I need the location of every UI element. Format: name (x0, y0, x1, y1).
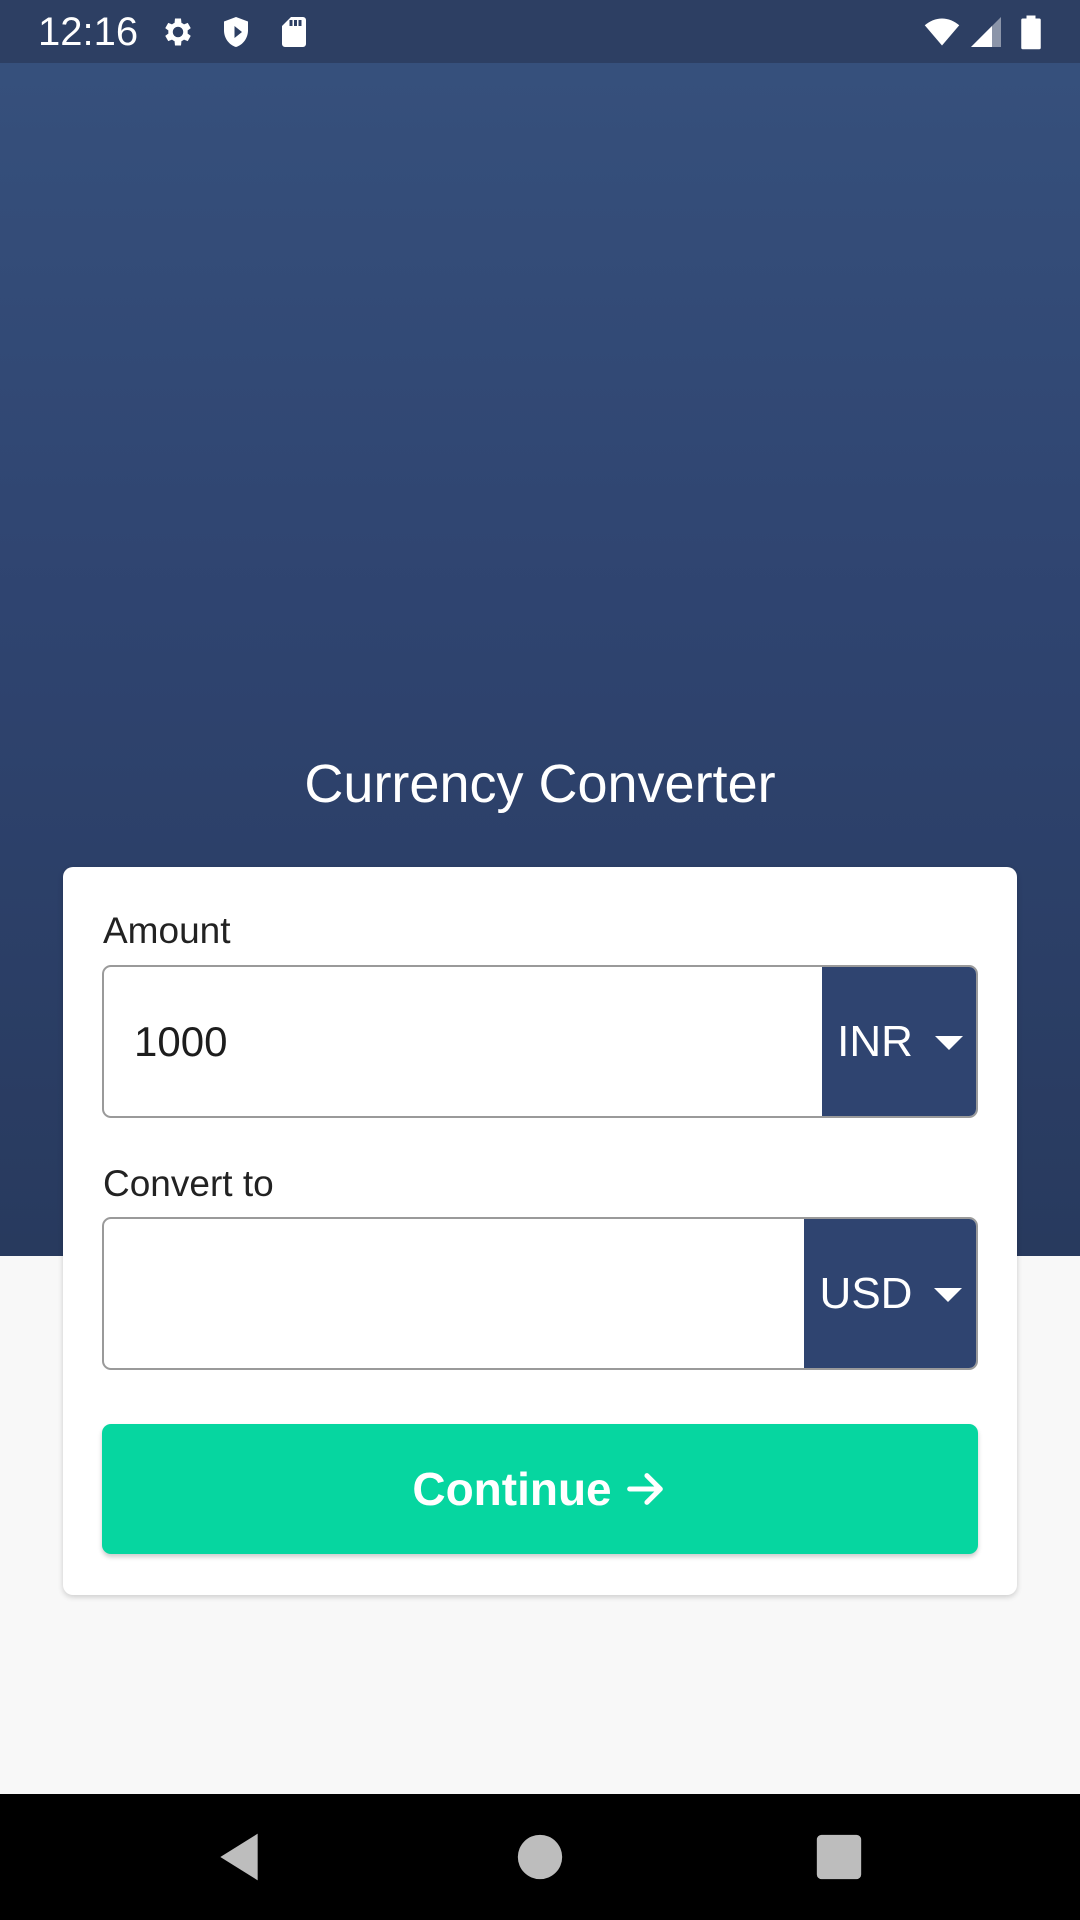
to-currency-dropdown[interactable]: USD (804, 1219, 976, 1368)
wifi-icon (920, 14, 964, 50)
status-time: 12:16 (38, 10, 139, 54)
converter-card: Amount INR Convert to USD Continue (63, 867, 1017, 1595)
recents-icon[interactable] (811, 1829, 867, 1885)
battery-icon (1016, 14, 1046, 50)
home-icon[interactable] (512, 1829, 568, 1885)
amount-input[interactable] (104, 967, 824, 1116)
sd-card-icon (276, 14, 312, 50)
chevron-down-icon (934, 1287, 963, 1302)
arrow-right-icon (626, 1473, 663, 1505)
convert-to-label: Convert to (103, 1163, 274, 1204)
amount-label: Amount (103, 910, 231, 951)
shield-icon (218, 14, 254, 50)
gear-icon (160, 14, 196, 50)
app-screen: 12:16 Currency Converter Amount INR (0, 0, 1080, 1920)
chevron-down-icon (934, 1035, 963, 1050)
from-currency-code: INR (837, 1016, 913, 1066)
back-icon[interactable] (211, 1829, 267, 1885)
page-title: Currency Converter (304, 754, 776, 814)
convert-to-field: USD (102, 1217, 978, 1370)
from-currency-dropdown[interactable]: INR (822, 967, 976, 1116)
signal-icon (968, 14, 1004, 50)
to-currency-code: USD (819, 1268, 913, 1318)
continue-button[interactable]: Continue (102, 1424, 978, 1554)
navigation-bar (0, 1794, 1080, 1920)
continue-button-label: Continue (412, 1463, 612, 1515)
status-bar: 12:16 (0, 0, 1080, 63)
convert-to-input[interactable] (104, 1219, 804, 1368)
amount-field: INR (102, 965, 978, 1118)
